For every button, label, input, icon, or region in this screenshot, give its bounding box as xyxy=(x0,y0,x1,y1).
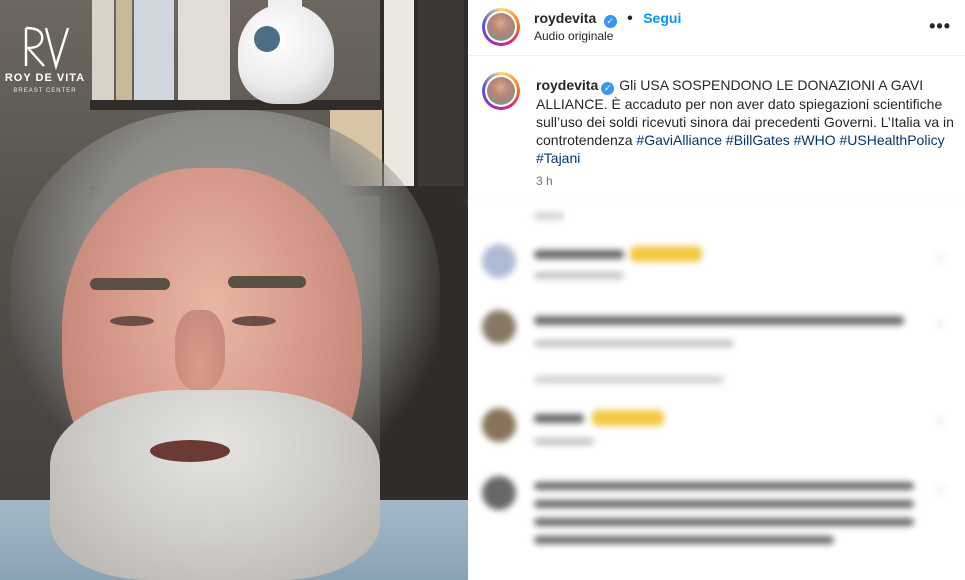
comment-like-icon[interactable]: ♡ xyxy=(935,252,946,266)
book xyxy=(384,0,414,186)
hashtag-link[interactable]: #USHealthPolicy xyxy=(840,132,945,148)
comment-placeholder xyxy=(534,250,624,259)
vase-label xyxy=(254,26,280,52)
verified-badge-icon: ✓ xyxy=(601,82,615,95)
comment-meta-placeholder xyxy=(534,438,594,445)
book xyxy=(116,0,132,100)
hashtag-link[interactable]: #BillGates xyxy=(726,132,790,148)
comment-like-icon[interactable]: ♡ xyxy=(935,416,946,430)
caption-username[interactable]: roydevita xyxy=(536,77,598,93)
book xyxy=(92,0,114,100)
roy-de-vita-logo xyxy=(24,26,70,70)
comments-list: ♡ ♡ ♡ ♡ xyxy=(468,200,965,580)
reel-video[interactable]: ROY DE VITA BREAST CENTER xyxy=(0,0,468,580)
post-header: roydevita ✓ • Segui Audio originale ••• xyxy=(468,0,965,56)
book xyxy=(418,0,464,186)
comment-item: ♡ xyxy=(482,476,952,576)
comment-item: ♡ xyxy=(482,310,952,370)
avatar[interactable] xyxy=(482,8,520,46)
hashtag-link[interactable]: #WHO xyxy=(794,132,836,148)
profile-picture xyxy=(487,77,515,105)
verified-badge-icon: ✓ xyxy=(603,15,617,28)
comment-placeholder xyxy=(534,482,914,490)
hashtag-link[interactable]: #GaviAlliance xyxy=(636,132,722,148)
comment-placeholder xyxy=(534,518,914,526)
comment-meta-placeholder xyxy=(534,340,734,347)
comment-like-icon[interactable]: ♡ xyxy=(935,484,946,498)
header-username[interactable]: roydevita xyxy=(534,10,596,26)
comments-divider xyxy=(468,200,965,201)
comment-avatar[interactable] xyxy=(482,310,516,344)
view-replies-placeholder[interactable] xyxy=(534,376,724,383)
vase xyxy=(238,4,334,104)
comments-sort-label xyxy=(534,212,564,220)
comment-avatar[interactable] xyxy=(482,408,516,442)
nose xyxy=(175,310,225,390)
follow-button[interactable]: Segui xyxy=(643,10,681,26)
audio-label[interactable]: Audio originale xyxy=(534,29,613,43)
eye-left xyxy=(110,316,154,326)
comment-placeholder xyxy=(534,500,914,508)
profile-picture xyxy=(487,13,515,41)
comment-item: ♡ xyxy=(482,408,952,458)
logo-name: ROY DE VITA xyxy=(4,72,86,84)
more-options-icon[interactable]: ••• xyxy=(929,16,951,37)
comment-meta-placeholder xyxy=(534,272,624,279)
hashtag-link[interactable]: #Tajani xyxy=(536,150,580,166)
book xyxy=(134,0,174,100)
eye-right xyxy=(232,316,276,326)
comment-like-icon[interactable]: ♡ xyxy=(935,318,946,332)
comment-emoji-placeholder xyxy=(592,410,664,426)
post-panel: roydevita ✓ • Segui Audio originale ••• … xyxy=(468,0,965,580)
comment-placeholder xyxy=(534,316,904,325)
comment-avatar[interactable] xyxy=(482,244,516,278)
separator-dot: • xyxy=(627,10,633,27)
comment-emoji-placeholder xyxy=(630,246,702,262)
comment-avatar[interactable] xyxy=(482,476,516,510)
caption-body: roydevita ✓ Gli USA SOSPENDONO LE DONAZION… xyxy=(536,76,956,167)
logo-subtitle: BREAST CENTER xyxy=(13,88,77,94)
eyebrow-left xyxy=(90,278,170,290)
comment-item: ♡ xyxy=(482,244,952,294)
comment-placeholder xyxy=(534,536,834,544)
comment-placeholder xyxy=(534,414,584,423)
eyebrow-right xyxy=(228,276,306,288)
caption-avatar[interactable] xyxy=(482,72,520,110)
mouth xyxy=(150,440,230,462)
book xyxy=(178,0,230,100)
post-time[interactable]: 3 h xyxy=(536,174,553,188)
beard xyxy=(50,390,380,580)
